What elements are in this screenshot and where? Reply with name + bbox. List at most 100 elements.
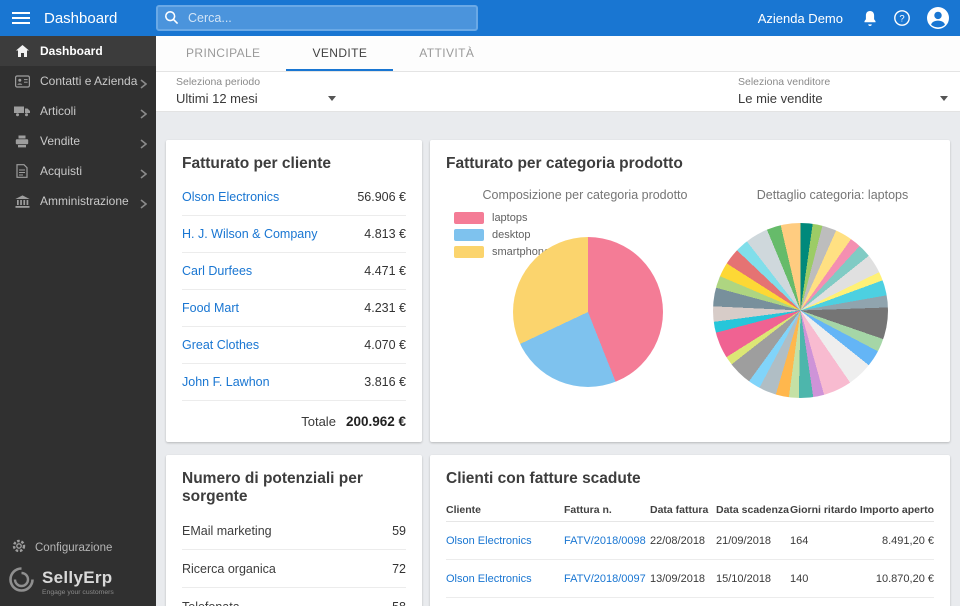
client-link[interactable]: John F. Lawhon xyxy=(182,375,270,389)
legend-swatch xyxy=(454,246,484,258)
invoice-link[interactable]: FATV/2018/0097 xyxy=(564,573,646,585)
chevron-down-icon xyxy=(940,96,948,101)
invoices-table: Cliente Fattura n. Data fattura Data sca… xyxy=(430,494,950,598)
list-item: Ricerca organica 72 xyxy=(182,550,406,588)
list-item: John F. Lawhon 3.816 € xyxy=(182,364,406,401)
chevron-right-icon xyxy=(140,196,147,214)
truck-icon xyxy=(14,105,30,117)
tab-vendite[interactable]: VENDITE xyxy=(286,36,393,71)
gear-icon xyxy=(12,539,26,556)
sidebar-item-articoli[interactable]: Articoli xyxy=(0,96,156,126)
config-label: Configurazione xyxy=(35,542,112,554)
pie-left-subtitle: Composizione per categoria prodotto xyxy=(460,188,710,202)
notifications-bell-icon[interactable] xyxy=(862,9,878,27)
legend-item-laptops[interactable]: laptops xyxy=(454,212,556,224)
client-link[interactable]: Olson Electronics xyxy=(182,190,279,204)
sidebar-item-amministrazione[interactable]: Amministrazione xyxy=(0,186,156,216)
sidebar-item-contatti-e-azienda[interactable]: Contatti e Azienda xyxy=(0,66,156,96)
help-icon[interactable]: ? xyxy=(893,9,911,27)
tab-bar: PRINCIPALE VENDITE ATTIVITÀ xyxy=(156,36,960,72)
list-item: EMail marketing 59 xyxy=(182,512,406,550)
period-select[interactable]: Seleziona periodo Ultimi 12 mesi xyxy=(176,76,336,106)
col-header-fattura: Fattura n. xyxy=(564,504,650,516)
legend-item-desktop[interactable]: desktop xyxy=(454,229,556,241)
client-link[interactable]: Great Clothes xyxy=(182,338,259,352)
seller-select-label: Seleziona venditore xyxy=(738,76,948,88)
list-item: H. J. Wilson & Company 4.813 € xyxy=(182,216,406,253)
invoice-link[interactable]: FATV/2018/0098 xyxy=(564,535,646,547)
chevron-right-icon xyxy=(140,76,147,94)
sidebar: Dashboard Contatti e Azienda Articoli Ve… xyxy=(0,36,156,606)
client-list: Olson Electronics 56.906 € H. J. Wilson … xyxy=(166,179,422,442)
open-amount: 8.491,20 € xyxy=(856,535,934,547)
cash-register-icon xyxy=(14,135,30,148)
sidebar-item-vendite[interactable]: Vendite xyxy=(0,126,156,156)
period-select-label: Seleziona periodo xyxy=(176,76,336,88)
legend-label: laptops xyxy=(492,212,527,224)
pie-chart-dettaglio-laptops[interactable] xyxy=(713,223,888,398)
col-header-giorni-ritardo: Giorni ritardo xyxy=(790,504,856,516)
card-fatturato-per-cliente: Fatturato per cliente Olson Electronics … xyxy=(166,140,422,442)
home-icon xyxy=(14,44,30,58)
source-name: EMail marketing xyxy=(182,524,272,538)
svg-text:?: ? xyxy=(899,13,904,24)
logo-tagline: Engage your customers xyxy=(42,589,114,596)
client-link[interactable]: Olson Electronics xyxy=(446,573,532,585)
sidebar-item-configurazione[interactable]: Configurazione xyxy=(0,533,156,564)
chevron-right-icon xyxy=(140,166,147,184)
card-fatture-scadute: Clienti con fatture scadute Cliente Fatt… xyxy=(430,455,950,606)
days-late: 140 xyxy=(790,573,856,585)
client-link[interactable]: H. J. Wilson & Company xyxy=(182,227,317,241)
col-header-importo-aperto: Importo aperto xyxy=(856,504,934,516)
client-link[interactable]: Food Mart xyxy=(182,301,239,315)
pie-legend: laptops desktop smartphones xyxy=(454,212,556,258)
topbar: Dashboard Azienda Demo ? xyxy=(0,0,960,36)
seller-select-value: Le mie vendite xyxy=(738,91,823,106)
contacts-icon xyxy=(14,75,30,88)
client-link[interactable]: Carl Durfees xyxy=(182,264,252,278)
source-list: EMail marketing 59 Ricerca organica 72 T… xyxy=(166,512,422,606)
list-item: Telefonata 58 xyxy=(182,588,406,606)
sidebar-item-label: Dashboard xyxy=(40,44,103,58)
sidebar-item-label: Acquisti xyxy=(40,164,82,178)
days-late: 164 xyxy=(790,535,856,547)
client-value: 4.070 € xyxy=(364,338,406,352)
sidebar-footer: Configurazione SellyErp Engage your cust… xyxy=(0,533,156,600)
card-title: Numero di potenziali per sorgente xyxy=(166,455,422,512)
client-value: 4.813 € xyxy=(364,227,406,241)
pie-chart-categorie[interactable] xyxy=(513,237,663,387)
sellyerp-logo-icon xyxy=(8,566,35,598)
due-date: 15/10/2018 xyxy=(716,573,790,585)
table-row: Olson Electronics FATV/2018/0097 13/09/2… xyxy=(446,560,934,598)
tab-principale[interactable]: PRINCIPALE xyxy=(160,36,286,71)
client-value: 56.906 € xyxy=(357,190,406,204)
document-icon xyxy=(14,164,30,178)
menu-icon[interactable] xyxy=(12,11,30,25)
dashboard-grid: Fatturato per cliente Olson Electronics … xyxy=(156,112,960,606)
chevron-right-icon xyxy=(140,106,147,124)
col-header-data-fattura: Data fattura xyxy=(650,504,716,516)
invoice-date: 22/08/2018 xyxy=(650,535,716,547)
card-title: Clienti con fatture scadute xyxy=(430,455,950,494)
chevron-down-icon xyxy=(328,96,336,101)
company-name[interactable]: Azienda Demo xyxy=(758,11,843,26)
legend-label: desktop xyxy=(492,229,531,241)
search-input[interactable] xyxy=(156,5,478,31)
source-name: Telefonata xyxy=(182,600,240,606)
card-potenziali-per-sorgente: Numero di potenziali per sorgente EMail … xyxy=(166,455,422,606)
table-header-row: Cliente Fattura n. Data fattura Data sca… xyxy=(446,498,934,522)
seller-select[interactable]: Seleziona venditore Le mie vendite xyxy=(738,76,948,106)
client-link[interactable]: Olson Electronics xyxy=(446,535,532,547)
user-avatar[interactable] xyxy=(926,6,950,30)
app-logo: SellyErp Engage your customers xyxy=(0,564,156,600)
list-item: Food Mart 4.231 € xyxy=(182,290,406,327)
sidebar-item-acquisti[interactable]: Acquisti xyxy=(0,156,156,186)
client-value: 4.231 € xyxy=(364,301,406,315)
legend-swatch xyxy=(454,212,484,224)
sidebar-item-label: Contatti e Azienda xyxy=(40,74,137,88)
card-title: Fatturato per cliente xyxy=(166,140,422,179)
sidebar-item-dashboard[interactable]: Dashboard xyxy=(0,36,156,66)
source-value: 72 xyxy=(392,562,406,576)
tab-attivita[interactable]: ATTIVITÀ xyxy=(393,36,500,71)
source-value: 59 xyxy=(392,524,406,538)
